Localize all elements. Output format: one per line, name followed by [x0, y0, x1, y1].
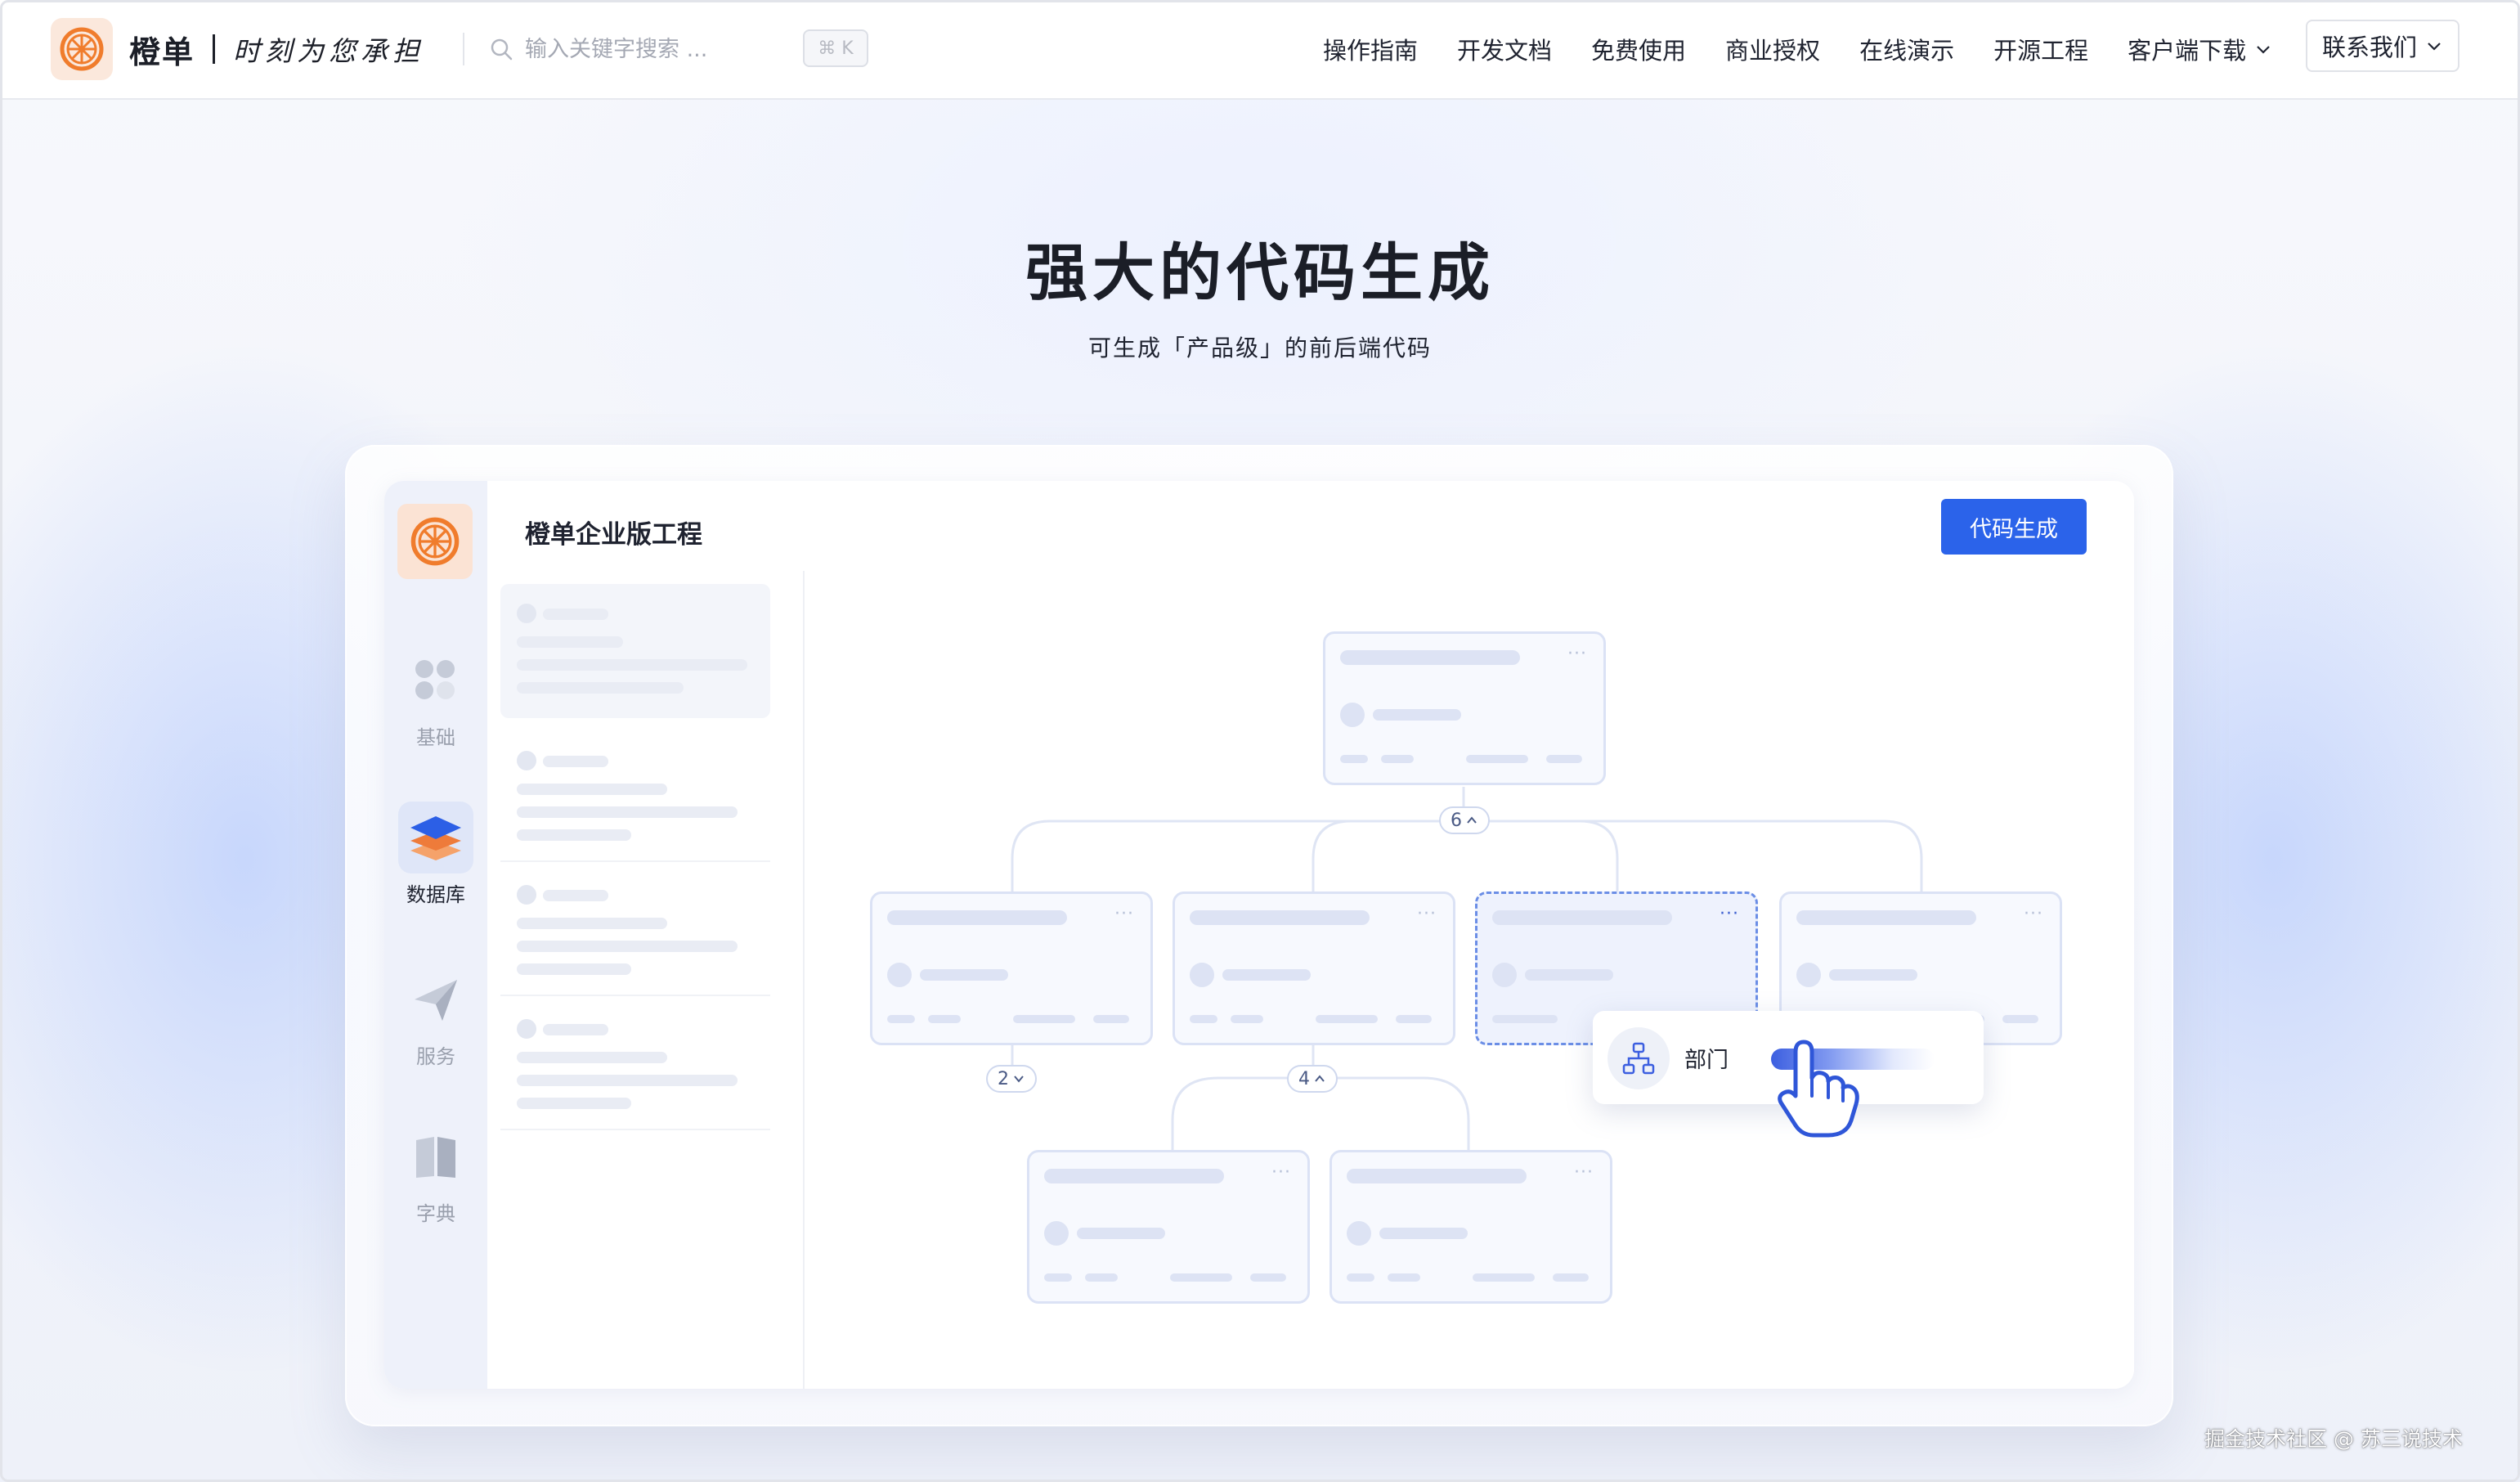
tree-node[interactable]: ··· — [1027, 1150, 1310, 1304]
nav-item-guide[interactable]: 操作指南 — [1323, 32, 1418, 66]
rail-item-basic[interactable]: 基础 — [384, 644, 487, 750]
list-item[interactable] — [500, 731, 770, 862]
org-chart-icon — [1608, 1027, 1670, 1089]
list-item[interactable] — [500, 999, 770, 1130]
rail-logo — [397, 504, 473, 579]
contact-us-label: 联系我们 — [2321, 34, 2417, 61]
more-icon[interactable]: ··· — [1720, 904, 1739, 924]
rail-item-service[interactable]: 服务 — [384, 963, 487, 1069]
main-nav: 操作指南 开发文档 免费使用 商业授权 在线演示 开源工程 客户端下载 — [1323, 25, 2272, 74]
children-count: 2 — [998, 1068, 1009, 1089]
nav-item-download[interactable]: 客户端下载 — [2128, 32, 2272, 66]
rail-label-basic: 基础 — [416, 726, 455, 749]
rail-item-database[interactable]: 数据库 — [384, 802, 487, 907]
send-icon — [398, 963, 473, 1035]
brand: 橙单 时刻为您承担 — [129, 25, 424, 74]
top-header: 橙单 时刻为您承担 ⌘ K 操作指南 开发文档 免费使用 商业授权 在线演示 开… — [0, 0, 2520, 100]
chevron-down-icon — [2257, 46, 2270, 54]
side-rail: 基础 数据库 服务 字典 — [384, 481, 487, 1389]
contact-us-dropdown[interactable]: 联系我们 — [2306, 20, 2459, 72]
search-input[interactable] — [525, 36, 795, 62]
brand-logo[interactable] — [51, 18, 113, 80]
orange-logo-icon — [60, 27, 104, 71]
rail-label-dictionary: 字典 — [416, 1202, 455, 1225]
header-divider — [463, 33, 464, 65]
grid-icon — [398, 644, 473, 716]
children-count-toggle[interactable]: 6 — [1439, 806, 1490, 834]
brand-separator — [213, 34, 216, 64]
nav-item-docs[interactable]: 开发文档 — [1457, 32, 1552, 66]
list-item[interactable] — [500, 584, 770, 718]
children-count: 4 — [1298, 1068, 1310, 1089]
chevron-up-icon — [1467, 816, 1477, 824]
nav-item-open-source[interactable]: 开源工程 — [1993, 32, 2088, 66]
list-item[interactable] — [500, 865, 770, 996]
children-count-toggle[interactable]: 4 — [1287, 1065, 1338, 1093]
popup-label: 部门 — [1684, 1048, 1729, 1073]
brand-slogan: 时刻为您承担 — [233, 35, 425, 67]
nav-item-demo[interactable]: 在线演示 — [1859, 32, 1954, 66]
children-count-toggle[interactable]: 2 — [986, 1065, 1037, 1093]
book-icon — [398, 1120, 473, 1192]
chevron-down-icon — [1014, 1076, 1024, 1083]
list-pane — [487, 571, 805, 1389]
watermark: 掘金技术社区 @ 苏三说技术 — [2204, 1427, 2463, 1451]
nav-item-free[interactable]: 免费使用 — [1591, 32, 1686, 66]
hand-pointer-icon — [1778, 1040, 1859, 1138]
nav-item-download-label: 客户端下载 — [2128, 37, 2247, 65]
hero-title: 强大的代码生成 — [1025, 236, 1495, 309]
nav-item-license[interactable]: 商业授权 — [1725, 32, 1820, 66]
hero-subtitle: 可生成「产品级」的前后端代码 — [1087, 335, 1432, 362]
rail-label-service: 服务 — [416, 1045, 455, 1068]
children-count: 6 — [1451, 810, 1462, 831]
brand-name: 橙单 — [129, 34, 195, 70]
rail-item-dictionary[interactable]: 字典 — [384, 1120, 487, 1226]
chevron-down-icon — [2428, 43, 2441, 51]
orange-logo-icon — [410, 517, 460, 566]
tree-node[interactable]: ··· — [1173, 891, 1455, 1045]
rail-label-database: 数据库 — [406, 883, 465, 906]
generate-code-button[interactable]: 代码生成 — [1941, 499, 2087, 555]
tree-node[interactable]: ··· — [1330, 1150, 1612, 1304]
database-layers-icon — [398, 802, 473, 873]
project-title: 橙单企业版工程 — [525, 520, 702, 550]
chevron-up-icon — [1315, 1075, 1325, 1082]
tree-node[interactable]: ··· — [870, 891, 1153, 1045]
search-icon — [491, 38, 513, 61]
search-shortcut-badge: ⌘ K — [803, 29, 868, 67]
tree-node-root[interactable]: ··· — [1323, 631, 1606, 785]
